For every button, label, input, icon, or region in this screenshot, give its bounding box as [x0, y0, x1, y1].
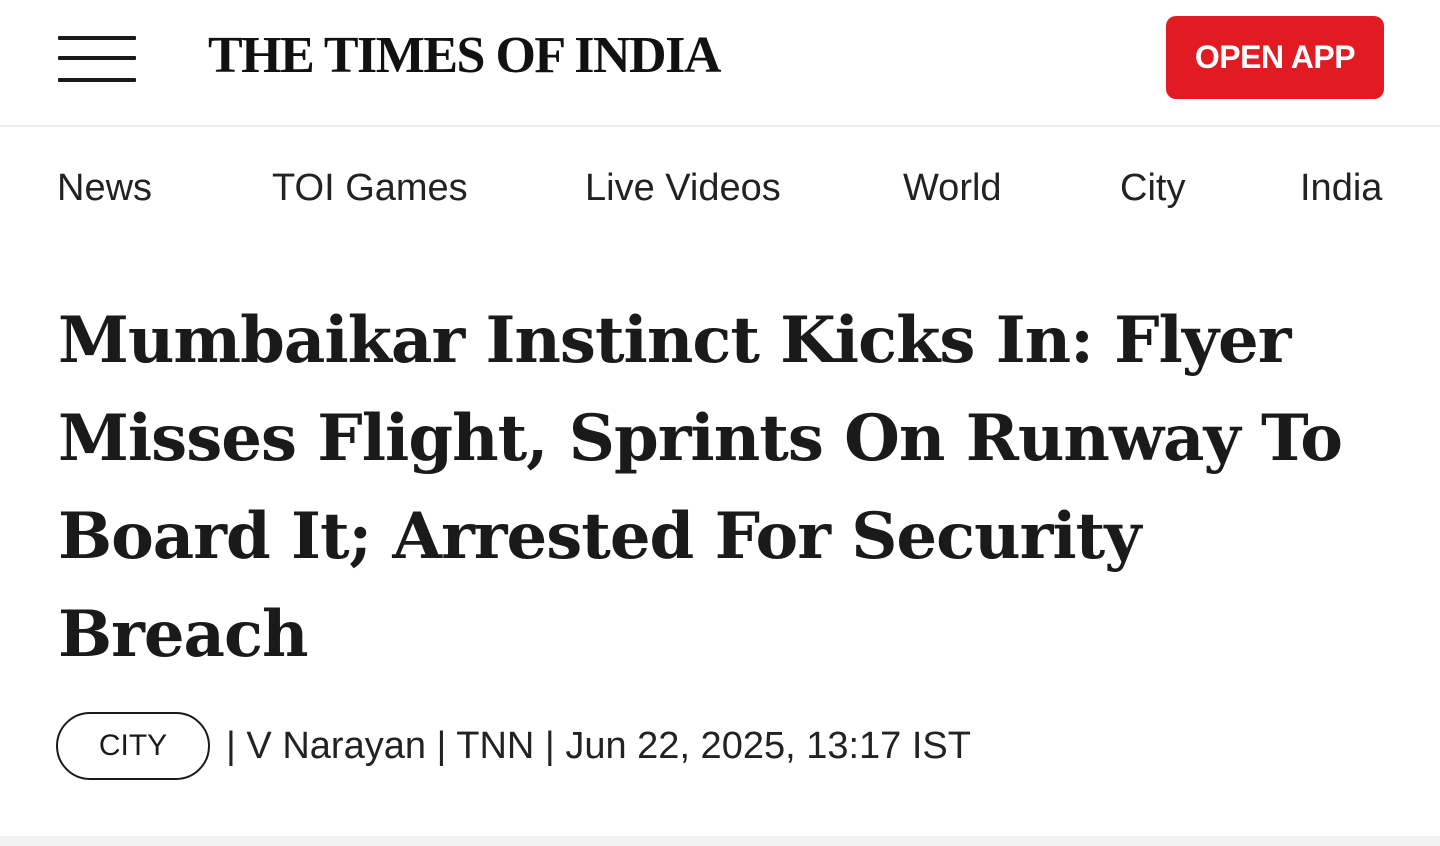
site-logo[interactable]: THE TIMES OF INDIA	[208, 26, 721, 86]
page: THE TIMES OF INDIA OPEN APP News TOI Gam…	[0, 0, 1440, 846]
divider	[0, 836, 1440, 846]
article-byline: CITY | V Narayan | TNN | Jun 22, 2025, 1…	[56, 712, 971, 780]
menu-line	[58, 36, 136, 40]
article-headline: Mumbaikar Instinct Kicks In: Flyer Misse…	[58, 303, 1343, 672]
section-nav: News TOI Games Live Videos World City In…	[0, 158, 1440, 218]
nav-item-city[interactable]: City	[1120, 158, 1185, 218]
nav-item-toi-games[interactable]: TOI Games	[272, 158, 468, 218]
nav-item-live-videos[interactable]: Live Videos	[585, 158, 781, 218]
category-badge[interactable]: CITY	[56, 712, 210, 780]
menu-line	[58, 78, 136, 82]
menu-line	[58, 56, 136, 60]
nav-item-world[interactable]: World	[903, 158, 1002, 218]
nav-item-india[interactable]: India	[1300, 158, 1382, 218]
byline-text: | V Narayan | TNN | Jun 22, 2025, 13:17 …	[226, 724, 971, 767]
nav-item-news[interactable]: News	[57, 158, 152, 218]
open-app-button[interactable]: OPEN APP	[1166, 16, 1384, 99]
hamburger-menu-icon[interactable]	[58, 34, 138, 86]
top-header: THE TIMES OF INDIA OPEN APP	[0, 0, 1440, 127]
